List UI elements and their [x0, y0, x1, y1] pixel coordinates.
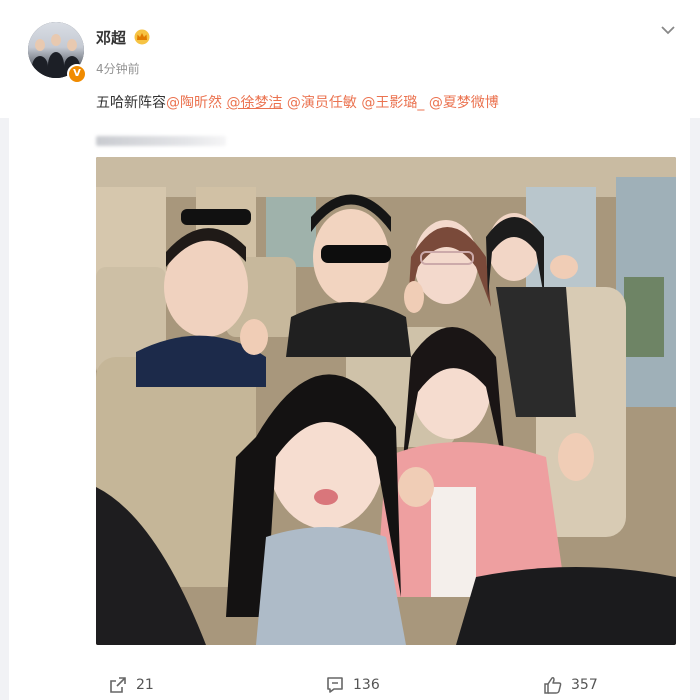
verified-badge: V	[67, 64, 87, 84]
mention-link[interactable]: @徐梦洁	[226, 95, 282, 111]
comment-count: 136	[353, 677, 380, 693]
chevron-down-icon[interactable]	[660, 24, 676, 36]
comment-icon	[327, 677, 343, 693]
crown-icon	[134, 29, 150, 45]
repost-count: 21	[136, 677, 154, 693]
repost-icon	[110, 677, 126, 693]
comment-button[interactable]: 136	[325, 674, 380, 696]
mention-link[interactable]: @夏梦微博	[429, 95, 499, 111]
mention-link[interactable]: @陶昕然	[166, 95, 222, 111]
like-button[interactable]: 357	[543, 674, 598, 696]
thumbs-up-icon	[544, 677, 562, 694]
post-text-prefix: 五哈新阵容	[96, 95, 166, 111]
post-timestamp[interactable]: 4分钟前	[96, 60, 140, 77]
post-photo[interactable]	[96, 157, 676, 645]
post-footer: 21 136 357	[0, 660, 700, 700]
mention-link[interactable]: @王影璐_	[361, 95, 424, 111]
mention-link[interactable]: @演员任敏	[287, 95, 357, 111]
username[interactable]: 邓超	[96, 27, 126, 48]
post-text: 五哈新阵容@陶昕然 @徐梦洁 @演员任敏 @王影璐_ @夏梦微博	[96, 92, 499, 112]
repost-button[interactable]: 21	[108, 674, 154, 696]
blurred-text	[96, 136, 226, 146]
like-count: 357	[571, 677, 598, 693]
